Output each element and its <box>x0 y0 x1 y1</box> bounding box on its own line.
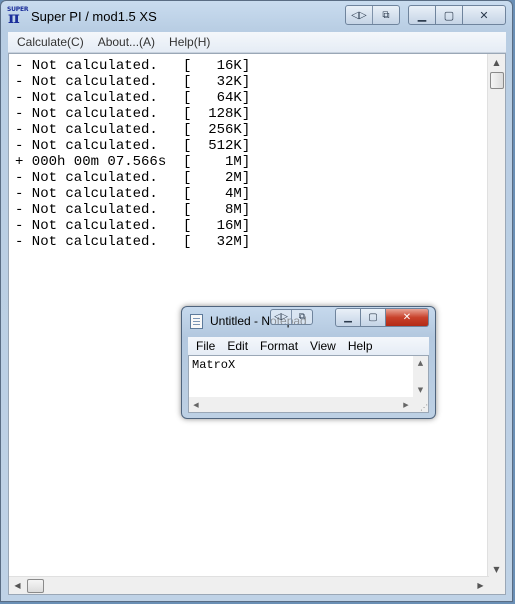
notepad-minimize-button[interactable]: ▁ <box>335 308 361 327</box>
scroll-up-icon[interactable]: ▲ <box>488 54 505 71</box>
resize-arrows-icon[interactable]: ◁▷ <box>271 310 291 324</box>
notepad-extra-buttons: ◁▷ ⧉ <box>270 309 313 325</box>
notepad-maximize-button[interactable]: ▢ <box>361 308 386 327</box>
results-list: - Not calculated. [ 16K] - Not calculated… <box>15 58 250 250</box>
notepad-caption-buttons: ▁ ▢ ✕ <box>335 308 429 327</box>
menu-format[interactable]: Format <box>260 339 298 353</box>
scroll-down-icon[interactable]: ▼ <box>488 561 505 578</box>
superpi-app-icon: SUPER π <box>7 6 29 27</box>
superpi-window: SUPER π Super PI / mod1.5 XS ◁▷ ⧉ ▁ ▢ ✕ … <box>0 0 513 602</box>
close-button[interactable]: ✕ <box>463 5 506 25</box>
result-line: + 000h 00m 07.566s [ 1M] <box>15 154 251 170</box>
resize-grip-icon[interactable]: ⋰ <box>413 397 428 412</box>
result-line: - Not calculated. [ 16K] <box>15 58 251 74</box>
scroll-right-icon[interactable]: ▶ <box>399 397 413 412</box>
notepad-vertical-scrollbar[interactable]: ▲ ▼ <box>413 356 428 397</box>
notepad-close-button[interactable]: ✕ <box>386 308 429 327</box>
result-line: - Not calculated. [ 32K] <box>15 74 251 90</box>
notepad-text-area[interactable]: MatroX ▲ ▼ ◀ ▶ ⋰ <box>188 355 429 413</box>
horizontal-scrollbar[interactable]: ◀ ▶ <box>9 576 489 594</box>
result-line: - Not calculated. [ 512K] <box>15 138 251 154</box>
minimize-button[interactable]: ▁ <box>408 5 436 25</box>
result-line: - Not calculated. [ 8M] <box>15 202 251 218</box>
superpi-title-bar[interactable]: SUPER π Super PI / mod1.5 XS ◁▷ ⧉ ▁ ▢ ✕ <box>1 1 512 31</box>
menu-edit[interactable]: Edit <box>227 339 248 353</box>
scroll-down-icon[interactable]: ▼ <box>413 383 428 397</box>
superpi-extra-buttons: ◁▷ ⧉ <box>345 5 400 25</box>
restore-stack-icon[interactable]: ⧉ <box>291 310 312 324</box>
superpi-caption-buttons: ▁ ▢ ✕ <box>408 5 506 25</box>
scroll-right-icon[interactable]: ▶ <box>472 577 489 594</box>
result-line: - Not calculated. [ 2M] <box>15 170 251 186</box>
horizontal-scroll-thumb[interactable] <box>27 579 44 593</box>
notepad-horizontal-scrollbar[interactable]: ◀ ▶ <box>189 397 413 412</box>
result-line: - Not calculated. [ 64K] <box>15 90 251 106</box>
result-line: - Not calculated. [ 32M] <box>15 234 251 250</box>
scroll-left-icon[interactable]: ◀ <box>9 577 26 594</box>
scroll-up-icon[interactable]: ▲ <box>413 356 428 370</box>
result-line: - Not calculated. [ 256K] <box>15 122 251 138</box>
scroll-left-icon[interactable]: ◀ <box>189 397 203 412</box>
notepad-content[interactable]: MatroX <box>192 358 235 372</box>
menu-help[interactable]: Help(H) <box>169 35 210 49</box>
menu-file[interactable]: File <box>196 339 215 353</box>
result-line: - Not calculated. [ 16M] <box>15 218 251 234</box>
scrollbar-corner <box>488 577 505 594</box>
resize-arrows-icon[interactable]: ◁▷ <box>346 6 372 24</box>
maximize-button[interactable]: ▢ <box>436 5 463 25</box>
notepad-menu-bar: File Edit Format View Help <box>188 337 429 355</box>
vertical-scroll-thumb[interactable] <box>490 72 504 89</box>
restore-stack-icon[interactable]: ⧉ <box>372 6 399 24</box>
pi-icon: π <box>8 8 20 27</box>
vertical-scrollbar[interactable]: ▲ ▼ <box>487 54 505 578</box>
notepad-window: Untitled - Notepad ◁▷ ⧉ ▁ ▢ ✕ File Edit … <box>181 306 436 419</box>
menu-calculate[interactable]: Calculate(C) <box>17 35 84 49</box>
menu-about[interactable]: About...(A) <box>98 35 155 49</box>
superpi-title: Super PI / mod1.5 XS <box>31 9 157 24</box>
menu-view[interactable]: View <box>310 339 336 353</box>
result-line: - Not calculated. [ 128K] <box>15 106 251 122</box>
result-line: - Not calculated. [ 4M] <box>15 186 251 202</box>
superpi-menu-bar: Calculate(C) About...(A) Help(H) <box>8 32 506 53</box>
notepad-icon <box>190 314 203 329</box>
menu-help[interactable]: Help <box>348 339 373 353</box>
